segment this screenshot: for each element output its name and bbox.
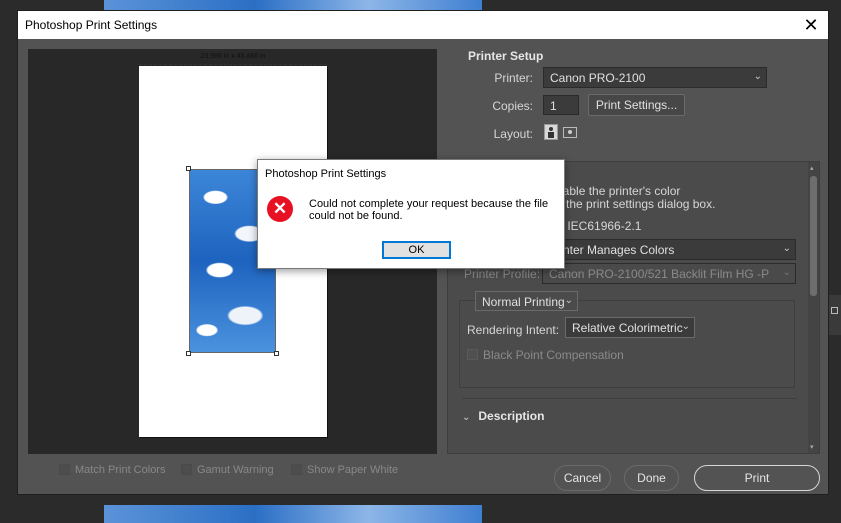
printer-label: Printer: [494,71,533,85]
layout-label: Layout: [493,127,533,141]
desktop-background-top [104,0,482,10]
printer-profile-select[interactable]: Canon PRO-2100/521 Backlit Film HG -P ⌄ [542,263,796,284]
printer-setup-title: Printer Setup [468,49,544,63]
close-icon[interactable]: ✕ [800,14,822,36]
description-toggle[interactable]: ⌄ Description [462,409,544,423]
scrollbar-thumb[interactable] [810,176,817,296]
show-paper-white-option[interactable]: Show Paper White [291,462,398,478]
paper-dimensions: 23.986 in x 46.486 in [200,53,266,60]
alert-title: Photoshop Print Settings [265,168,387,180]
printer-select[interactable]: Canon PRO-2100 ⌄ [543,67,767,88]
portrait-layout-icon[interactable] [544,124,558,140]
scroll-down-icon[interactable]: ▾ [810,443,814,451]
dialog-title: Photoshop Print Settings [25,18,158,32]
checkbox[interactable] [181,464,192,476]
ok-button[interactable]: OK [382,241,451,259]
chevron-down-icon: ⌄ [782,243,791,254]
checkbox[interactable] [467,349,478,361]
rendering-intent-select[interactable]: Relative Colorimetric ⌄ [565,317,695,338]
color-note-line2: n the print settings dialog box. [556,197,716,211]
panel-scrollbar[interactable]: ▴ ▾ [808,162,819,453]
landscape-layout-icon[interactable] [563,127,577,138]
resize-handle[interactable] [186,351,191,356]
gamut-warning-option[interactable]: Gamut Warning [181,462,274,478]
color-handling-select[interactable]: nter Manages Colors ⌄ [556,239,796,260]
maximize-icon [831,307,838,314]
document-profile: B IEC61966-2.1 [556,219,642,233]
chevron-down-icon: ⌄ [681,321,690,332]
checkbox[interactable] [291,464,302,476]
done-button[interactable]: Done [624,465,679,491]
copies-input[interactable]: 1 [543,95,579,115]
checkbox[interactable] [59,464,70,476]
black-point-option[interactable]: Black Point Compensation [467,347,624,362]
error-alert-dialog: Photoshop Print Settings ✕ Could not com… [257,159,565,269]
rendering-intent-label: Rendering Intent: [467,323,560,337]
resize-handle[interactable] [274,351,279,356]
dialog-titlebar: Photoshop Print Settings ✕ [18,11,828,39]
chevron-down-icon: ⌄ [564,295,573,306]
error-icon: ✕ [267,196,293,222]
print-settings-button[interactable]: Print Settings... [588,94,685,116]
chevron-down-icon: ⌄ [782,267,791,278]
color-note-line1: nable the printer's color [556,184,681,198]
resize-handle[interactable] [186,166,191,171]
background-window-edge [828,295,841,335]
chevron-down-icon: ⌄ [462,412,471,423]
chevron-down-icon: ⌄ [753,71,762,82]
copies-label: Copies: [492,99,533,113]
divider [462,398,797,399]
alert-message: Could not complete your request because … [309,198,549,222]
cancel-button[interactable]: Cancel [554,465,611,491]
match-print-colors-option[interactable]: Match Print Colors [59,462,165,478]
scroll-up-icon[interactable]: ▴ [810,164,814,172]
printer-profile-label: Printer Profile: [464,267,541,281]
printing-mode-select[interactable]: Normal Printing ⌄ [475,291,578,311]
printing-options-group [459,300,795,388]
print-button[interactable]: Print [694,465,820,491]
desktop-background-bottom [104,505,482,523]
